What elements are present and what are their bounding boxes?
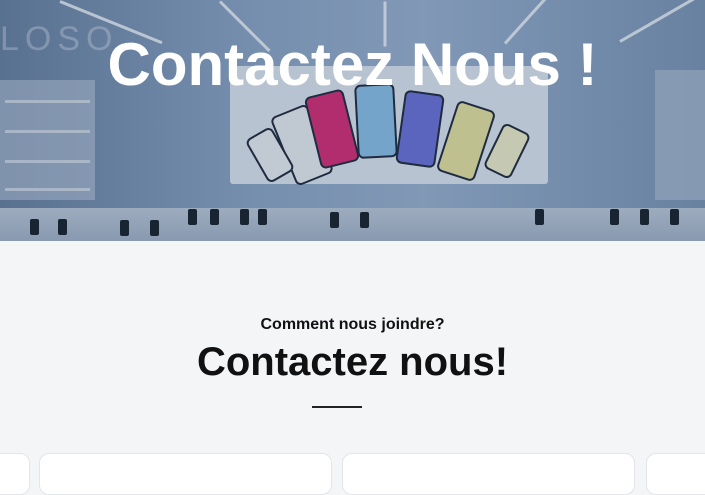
- contact-card: [39, 453, 332, 495]
- section-subtitle: Comment nous joindre?: [260, 316, 445, 333]
- hero-title: Contactez Nous !: [107, 31, 598, 98]
- contact-card: [646, 453, 705, 495]
- contact-card: [0, 453, 30, 495]
- section-title: Contactez nous!: [196, 340, 509, 384]
- title-divider: [312, 406, 362, 408]
- hero-banner: LOSO Contactez Nous !: [0, 0, 705, 241]
- contact-card: [342, 453, 635, 495]
